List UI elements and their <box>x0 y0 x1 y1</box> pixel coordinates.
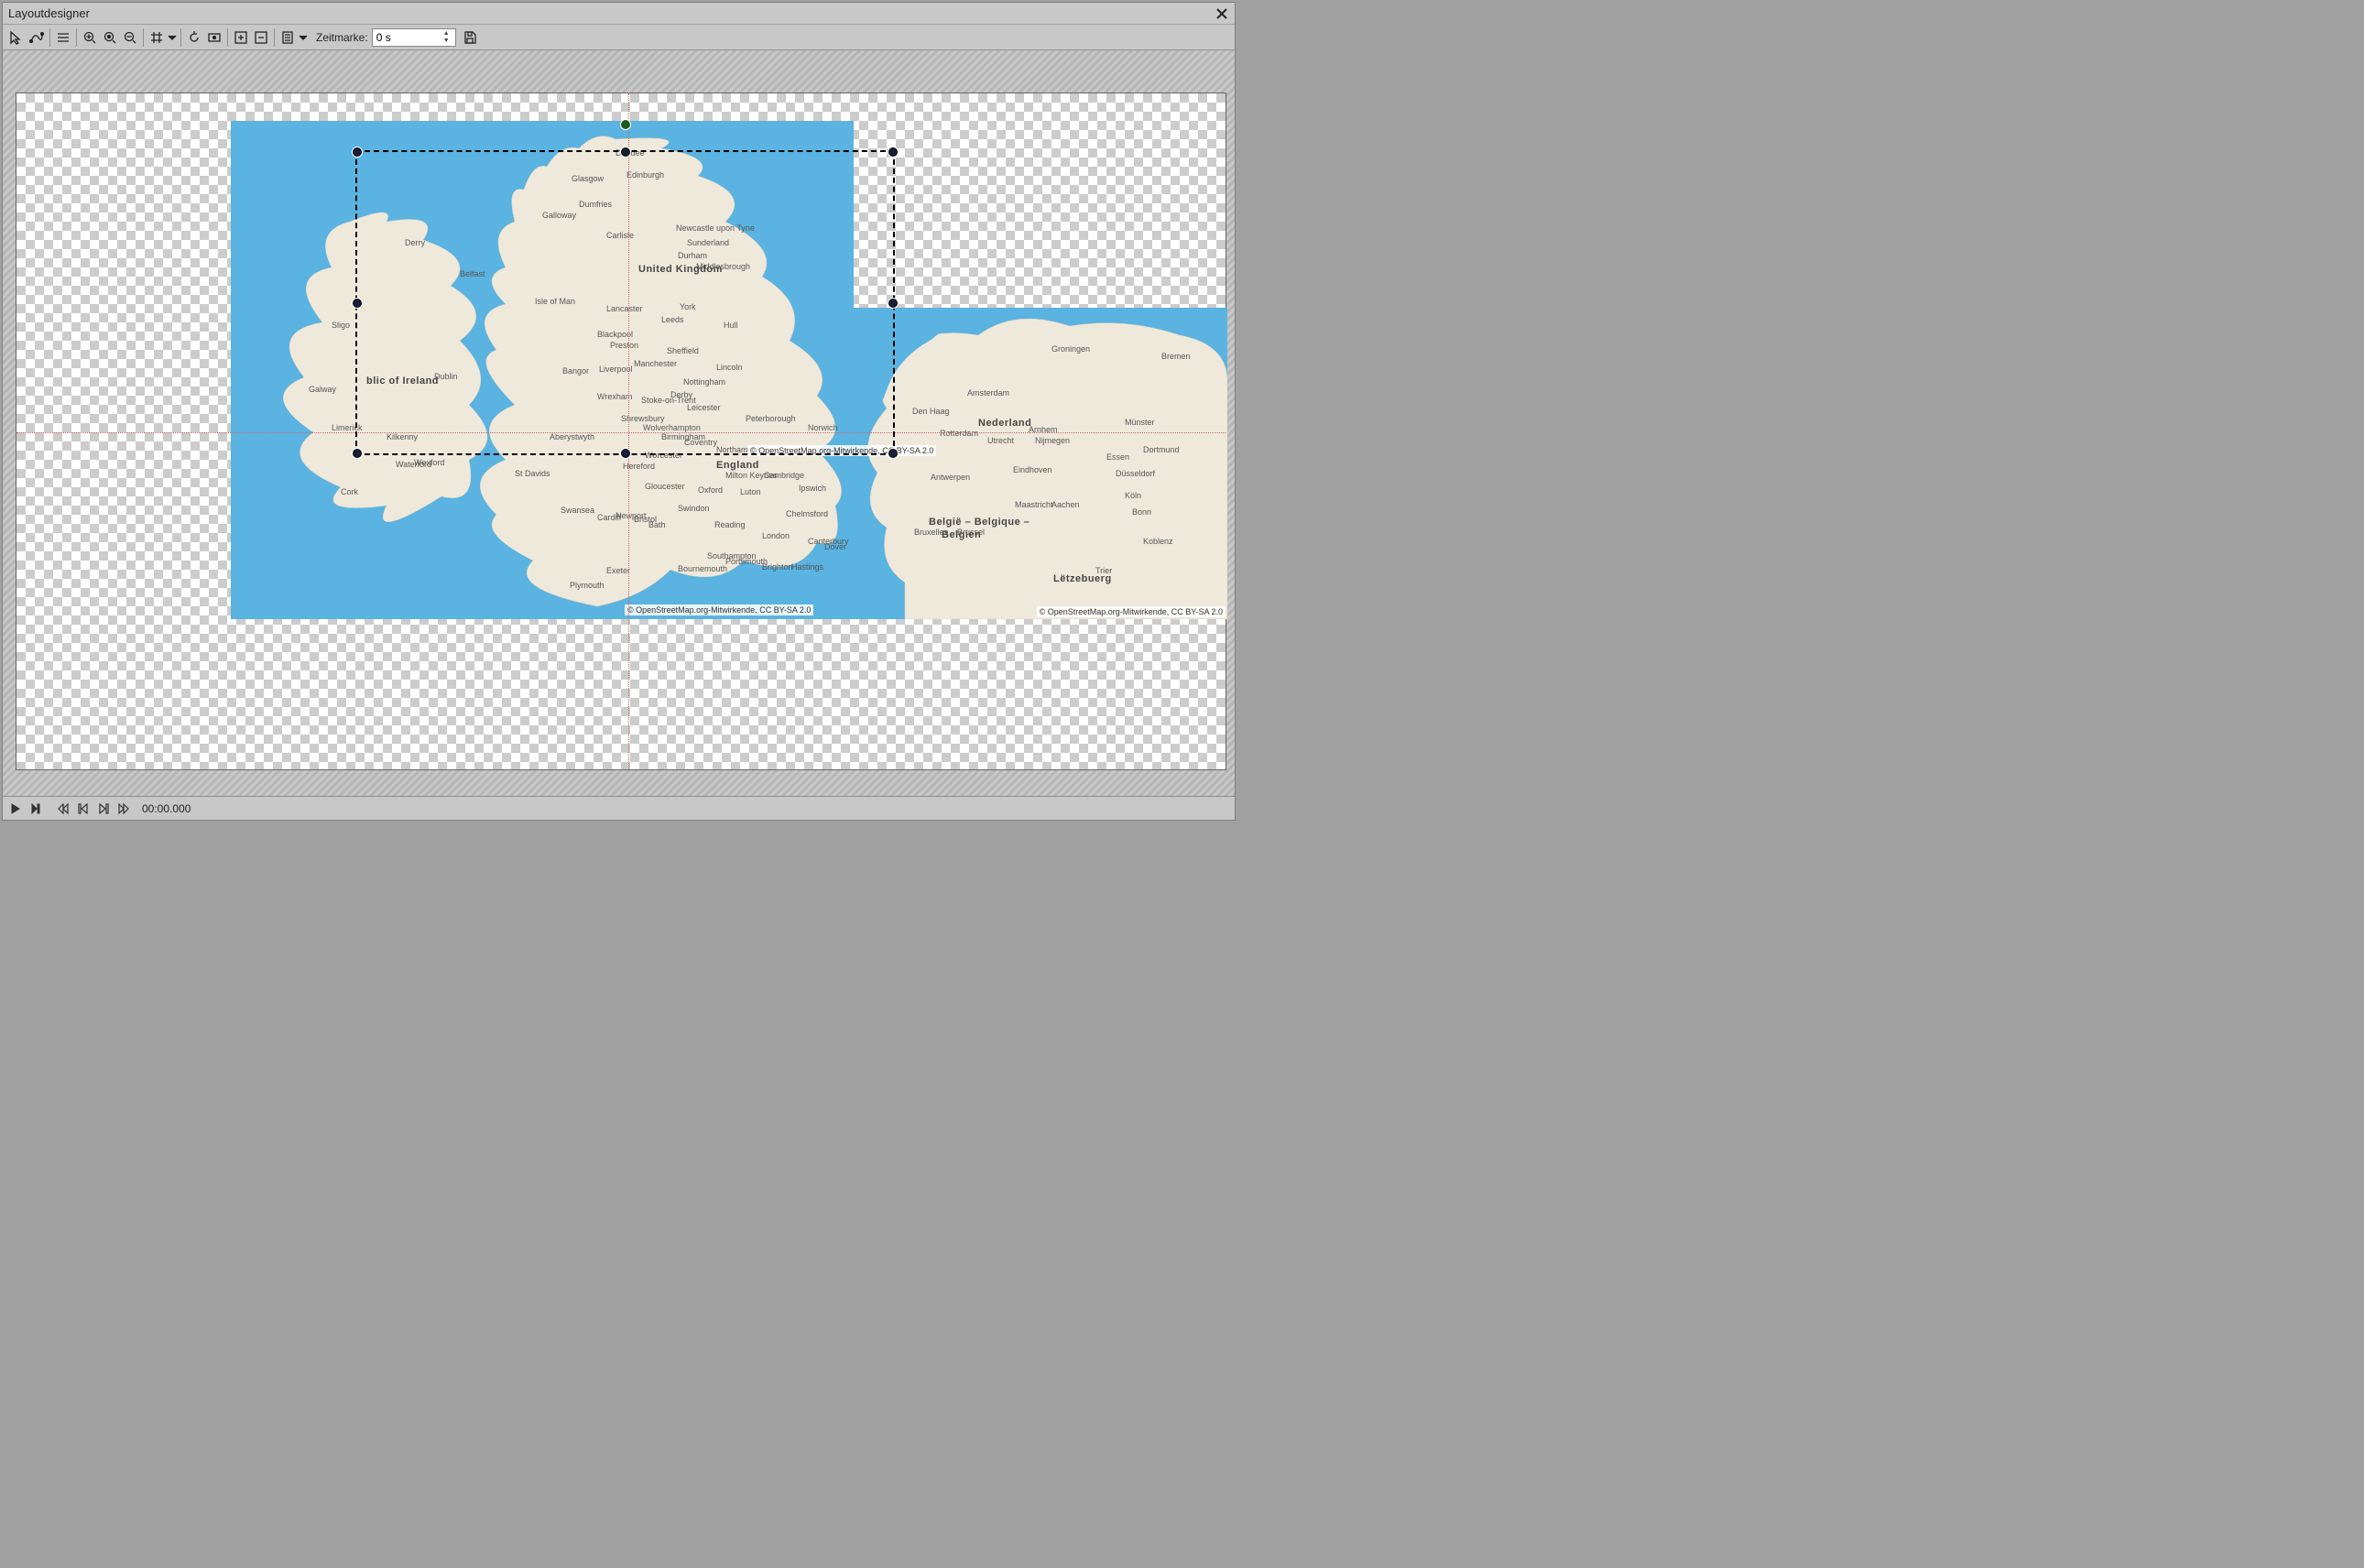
rotation-handle[interactable] <box>620 119 631 130</box>
map-place-label: Bournemouth <box>678 564 727 573</box>
map-place-label: Münster <box>1125 418 1155 427</box>
fast-forward-button[interactable] <box>114 800 133 818</box>
map-place-label: Chelmsford <box>786 509 828 518</box>
play-pause-button[interactable] <box>27 800 45 818</box>
handle-e[interactable] <box>888 298 899 309</box>
playback-bar: 00:00.000 <box>3 796 1235 820</box>
map-place-label: England <box>716 460 759 471</box>
map-place-label: Hastings <box>791 562 823 572</box>
map-place-label: Oxford <box>698 485 723 495</box>
zoom-fit-icon[interactable] <box>100 27 120 48</box>
map-place-label: Wexford <box>414 458 444 467</box>
map-place-label: Sligo <box>332 321 350 330</box>
handle-nw[interactable] <box>352 147 363 158</box>
zoom-in-icon[interactable] <box>80 27 100 48</box>
curve-tool-icon[interactable] <box>27 27 47 48</box>
title-bar: Layoutdesigner <box>3 3 1235 25</box>
map-place-label: Newport <box>616 511 647 520</box>
dropdown-arrow-icon-2[interactable] <box>298 27 309 48</box>
map-place-label: Essen <box>1106 452 1129 462</box>
save-icon[interactable] <box>460 27 480 48</box>
map-place-label: Amsterdam <box>967 388 1009 397</box>
center-icon[interactable] <box>204 27 224 48</box>
grid-icon[interactable] <box>147 27 167 48</box>
map-place-label: Groningen <box>1051 344 1090 354</box>
remove-frame-icon[interactable] <box>251 27 271 48</box>
handle-n[interactable] <box>620 147 631 158</box>
map-place-label: Eindhoven <box>1013 465 1052 474</box>
map-place-label: Swindon <box>678 504 710 513</box>
list-icon[interactable] <box>53 27 73 48</box>
play-button[interactable] <box>6 800 25 818</box>
map-place-label: Gloucester <box>645 482 685 491</box>
timecode-display: 00:00.000 <box>142 802 191 815</box>
map-place-label: Aachen <box>1051 500 1080 509</box>
map-place-label: St Davids <box>515 469 550 478</box>
select-tool-icon[interactable] <box>6 27 27 48</box>
timemark-value: 0 s <box>376 31 391 44</box>
settings-icon[interactable] <box>278 27 298 48</box>
map-place-label: London <box>762 531 790 540</box>
map-place-label: Bath <box>648 520 666 529</box>
map-place-label: Bremen <box>1161 352 1191 361</box>
map-place-label: Köln <box>1125 491 1141 500</box>
map-place-label: Antwerpen <box>931 473 970 482</box>
handle-s[interactable] <box>620 448 631 459</box>
layout-designer-window: Layoutdesigner Zeitmarke: 0 s ▲▼ <box>2 2 1236 821</box>
map-place-label: Luton <box>740 487 761 496</box>
map-place-label: Swansea <box>561 506 594 515</box>
map-attribution-nl: © OpenStreetMap.org-Mitwirkende, CC BY-S… <box>1037 606 1226 617</box>
map-place-label: Exeter <box>606 566 630 575</box>
map-place-label: Utrecht <box>987 436 1014 445</box>
add-frame-icon[interactable] <box>231 27 251 48</box>
map-place-label: Cork <box>341 487 358 496</box>
map-place-label: België – Belgique – <box>929 517 1029 528</box>
map-place-label: Reading <box>714 520 746 529</box>
map-place-label: Nijmegen <box>1035 436 1070 445</box>
window-close-button[interactable] <box>1215 6 1229 21</box>
layout-canvas[interactable]: Nederland Den Haag Amsterdam Rotterdam Utrec… <box>16 93 1226 770</box>
map-place-label: Bonn <box>1132 507 1151 517</box>
dropdown-arrow-icon[interactable] <box>167 27 178 48</box>
next-frame-button[interactable] <box>94 800 113 818</box>
map-tile-nl[interactable]: Nederland Den Haag Amsterdam Rotterdam Utrec… <box>850 308 1227 619</box>
map-attribution-uk: © OpenStreetMap.org-Mitwirkende, CC BY-S… <box>625 604 813 615</box>
map-place-label: Plymouth <box>570 581 605 590</box>
canvas-area[interactable]: Nederland Den Haag Amsterdam Rotterdam Utrec… <box>3 50 1235 796</box>
zoom-out-icon[interactable] <box>120 27 140 48</box>
spinner-arrows[interactable]: ▲▼ <box>443 29 454 46</box>
rewind-button[interactable] <box>54 800 72 818</box>
map-place-label: Trier <box>1095 566 1112 575</box>
map-place-label: Brighton <box>762 562 793 572</box>
window-title: Layoutdesigner <box>8 6 1215 20</box>
map-place-label: Dortmund <box>1143 445 1180 454</box>
reset-icon[interactable] <box>184 27 204 48</box>
map-place-label: Ipswich <box>799 484 826 493</box>
map-place-label: Milton Keynes <box>725 471 778 480</box>
handle-ne[interactable] <box>888 147 899 158</box>
map-place-label: Rotterdam <box>940 429 978 438</box>
timemark-input[interactable]: 0 s ▲▼ <box>372 28 456 47</box>
map-place-label: Nederland <box>978 418 1031 429</box>
map-place-label: Dover <box>824 542 846 551</box>
selection-box[interactable] <box>355 150 895 455</box>
map-place-label: Galway <box>309 385 336 394</box>
toolbar: Zeitmarke: 0 s ▲▼ <box>3 25 1235 50</box>
prev-frame-button[interactable] <box>74 800 93 818</box>
handle-se[interactable] <box>888 448 899 459</box>
map-place-label: Düsseldorf <box>1116 469 1155 478</box>
handle-w[interactable] <box>352 298 363 309</box>
map-place-label: Belgien <box>942 529 981 540</box>
map-place-label: Maastricht <box>1015 500 1053 509</box>
timemark-label: Zeitmarke: <box>316 31 368 44</box>
handle-sw[interactable] <box>352 448 363 459</box>
map-place-label: Koblenz <box>1143 537 1173 546</box>
map-place-label: Den Haag <box>912 407 950 416</box>
